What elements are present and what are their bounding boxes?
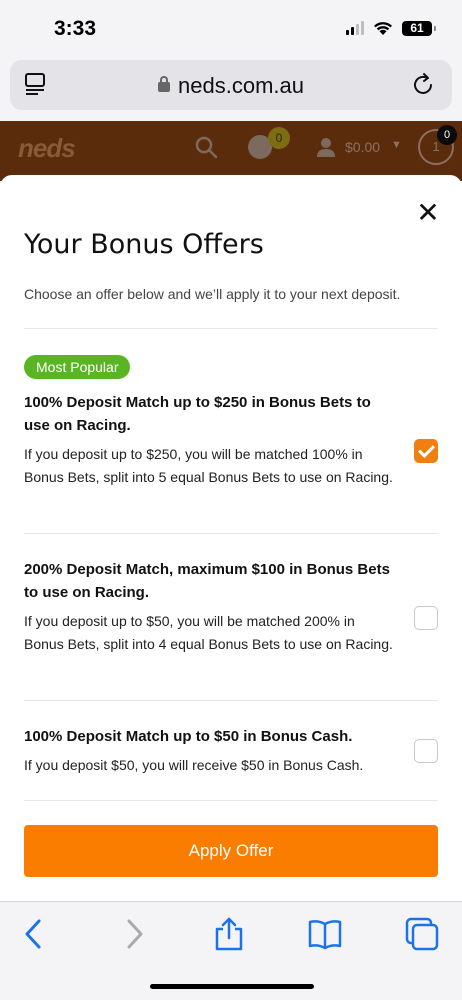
chevron-down-icon[interactable]: ▼ [391, 139, 402, 151]
offer-description: If you deposit up to $250, you will be m… [24, 446, 393, 485]
url-display[interactable]: neds.com.au [10, 73, 452, 99]
close-icon[interactable]: ✕ [414, 199, 442, 227]
address-bar[interactable]: neds.com.au [10, 60, 452, 110]
back-icon[interactable] [16, 916, 52, 952]
divider [24, 533, 438, 534]
battery-icon: 61 [402, 20, 436, 36]
share-icon[interactable] [211, 916, 247, 952]
divider [24, 800, 438, 801]
status-time: 3:33 [54, 17, 97, 40]
apply-offer-button[interactable]: Apply Offer [24, 825, 438, 877]
bonus-offers-modal: ✕ Your Bonus Offers Choose an offer belo… [0, 175, 462, 901]
tabs-icon[interactable] [404, 916, 440, 952]
offer-option[interactable]: 100% Deposit Match up to $250 in Bonus B… [24, 391, 438, 489]
neds-logo: neds [18, 133, 76, 163]
offer-title: 100% Deposit Match up to $50 in Bonus Ca… [24, 728, 353, 745]
status-icons: 61 [346, 20, 436, 36]
offer-option[interactable]: 200% Deposit Match, maximum $100 in Bonu… [24, 558, 438, 656]
site-header: neds 0 $0.00 ▼ 1 0 [0, 121, 462, 181]
forward-icon[interactable] [116, 916, 152, 952]
offer-title: 200% Deposit Match, maximum $100 in Bonu… [24, 561, 390, 601]
divider [24, 328, 438, 329]
offer-description: If you deposit up to $50, you will be ma… [24, 613, 393, 652]
offer-checkbox[interactable] [414, 606, 438, 630]
betslip-count-badge: 0 [437, 125, 457, 145]
browser-address-area: neds.com.au [0, 60, 462, 121]
wifi-icon [374, 22, 392, 35]
bookmarks-icon[interactable] [307, 916, 343, 952]
reload-icon[interactable] [412, 72, 436, 98]
status-bar: 3:33 61 [0, 0, 462, 60]
divider [24, 700, 438, 701]
modal-subtitle: Choose an offer below and we’ll apply it… [24, 286, 401, 302]
user-icon[interactable] [316, 137, 336, 157]
search-icon[interactable] [194, 135, 218, 159]
offer-checkbox[interactable] [414, 739, 438, 763]
url-text: neds.com.au [178, 73, 304, 98]
offer-description: If you deposit $50, you will receive $50… [24, 757, 364, 773]
most-popular-badge: Most Popular [24, 355, 131, 379]
account-balance[interactable]: $0.00 [345, 139, 380, 155]
modal-title: Your Bonus Offers [24, 229, 264, 260]
offer-checkbox-checked[interactable] [414, 439, 438, 463]
offer-option[interactable]: 100% Deposit Match up to $50 in Bonus Ca… [24, 725, 438, 777]
offer-title: 100% Deposit Match up to $250 in Bonus B… [24, 394, 371, 434]
lock-icon [158, 76, 171, 92]
home-indicator [150, 984, 314, 989]
promotions-count-badge: 0 [268, 127, 290, 149]
cellular-signal-icon [346, 21, 364, 35]
